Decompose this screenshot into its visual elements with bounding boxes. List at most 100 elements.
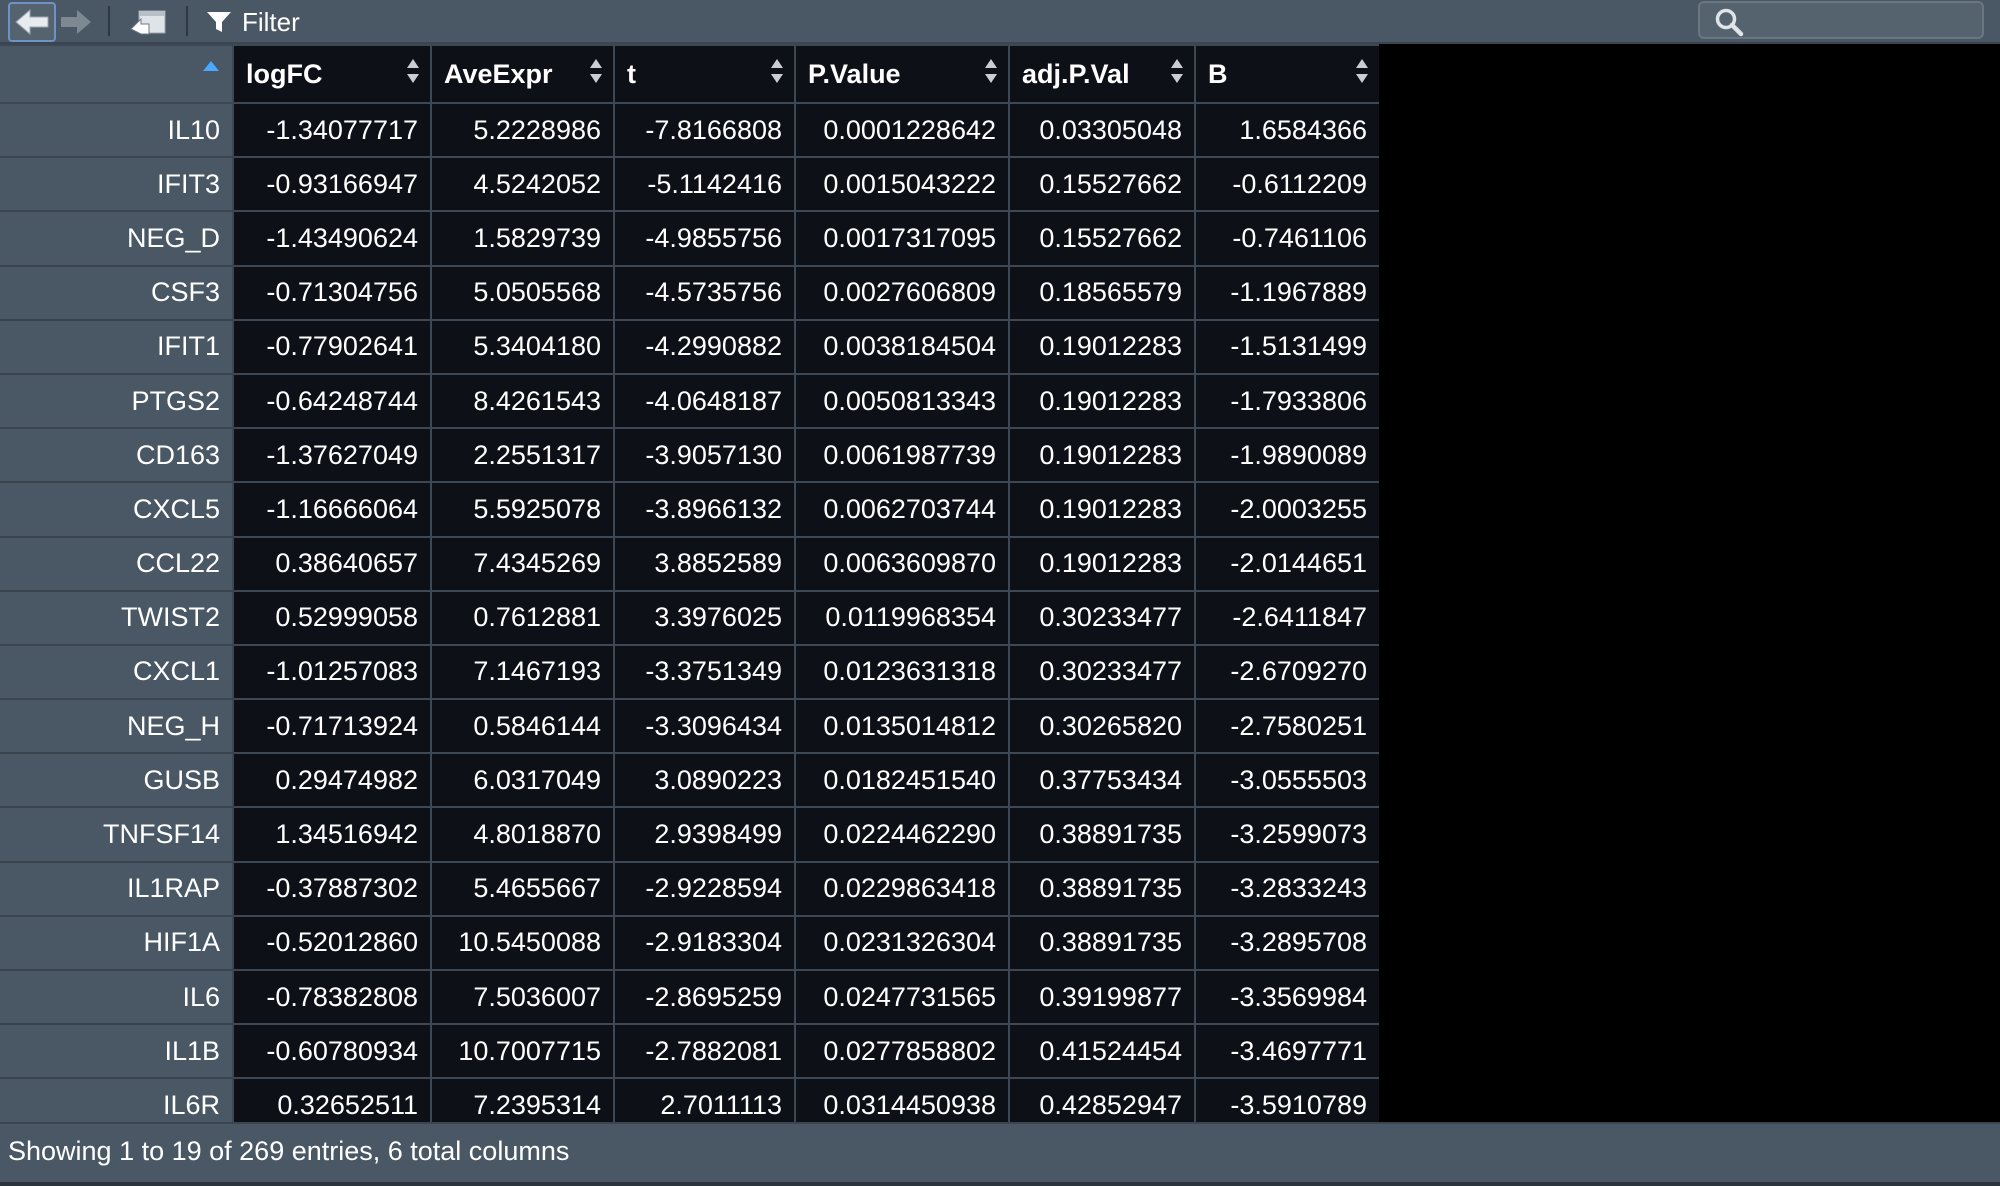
adj-p-val-cell: 0.19012283 <box>1008 428 1195 484</box>
row-name: TNFSF14 <box>0 807 233 863</box>
adj-p-val-cell: 0.18565579 <box>1008 265 1195 321</box>
table-row[interactable]: IL6R 0.32652511 7.2395314 2.7011113 0.031445… <box>0 1078 1379 1122</box>
t-cell: 3.0890223 <box>613 753 795 809</box>
p-value-cell: 0.0229863418 <box>794 861 1009 917</box>
row-name: PTGS2 <box>0 373 233 430</box>
b-cell: -2.6411847 <box>1194 590 1379 646</box>
forward-button[interactable] <box>56 2 96 42</box>
logfc-cell: 0.32652511 <box>232 1078 431 1122</box>
logfc-cell: -1.37627049 <box>232 428 431 484</box>
logfc-cell: 1.34516942 <box>232 807 431 863</box>
column-header-rownames[interactable] <box>0 44 233 104</box>
row-name: TWIST2 <box>0 590 233 646</box>
arrow-right-icon <box>61 10 91 34</box>
sort-icon <box>1356 59 1368 83</box>
logfc-cell: -1.16666064 <box>232 482 431 538</box>
table-row[interactable]: IL10 -1.34077717 5.2228986 -7.8166808 0.0001… <box>0 103 1379 159</box>
adj-p-val-cell: 0.30233477 <box>1008 644 1195 701</box>
filter-funnel-icon <box>207 12 231 32</box>
p-value-cell: 0.0123631318 <box>794 644 1009 701</box>
adj-p-val-cell: 0.38891735 <box>1008 807 1195 863</box>
table-row[interactable]: IFIT1 -0.77902641 5.3404180 -4.2990882 0.003… <box>0 319 1379 375</box>
aveexpr-cell: 6.0317049 <box>430 753 614 809</box>
p-value-cell: 0.0062703744 <box>794 482 1009 538</box>
p-value-cell: 0.0247731565 <box>794 970 1009 1026</box>
t-cell: 2.7011113 <box>613 1078 795 1122</box>
table-row[interactable]: IL1RAP -0.37887302 5.4655667 -2.9228594 0.02… <box>0 861 1379 917</box>
logfc-cell: -0.78382808 <box>232 970 431 1026</box>
column-header-p-value[interactable]: P.Value <box>794 44 1009 104</box>
table-row[interactable]: NEG_H -0.71713924 0.5846144 -3.3096434 0.013… <box>0 699 1379 755</box>
aveexpr-cell: 4.5242052 <box>430 157 614 213</box>
aveexpr-cell: 7.2395314 <box>430 1078 614 1122</box>
t-cell: -5.1142416 <box>613 157 795 213</box>
table-row[interactable]: TWIST2 0.52999058 0.7612881 3.3976025 0.0119… <box>0 590 1379 646</box>
table-row[interactable]: PTGS2 -0.64248744 8.4261543 -4.0648187 0.005… <box>0 373 1379 430</box>
table-row[interactable]: IL1B -0.60780934 10.7007715 -2.7882081 0.027… <box>0 1024 1379 1080</box>
aveexpr-cell: 0.7612881 <box>430 590 614 646</box>
status-bar: Showing 1 to 19 of 269 entries, 6 total … <box>0 1122 2000 1186</box>
row-name: CSF3 <box>0 265 233 321</box>
adj-p-val-cell: 0.39199877 <box>1008 970 1195 1026</box>
table-row[interactable]: GUSB 0.29474982 6.0317049 3.0890223 0.018245… <box>0 753 1379 809</box>
row-name: CD163 <box>0 428 233 484</box>
b-cell: -3.2833243 <box>1194 861 1379 917</box>
data-table: logFC AveExpr t P.Value adj.P.Val B IL10… <box>0 44 1379 1122</box>
logfc-cell: -1.34077717 <box>232 103 431 159</box>
search-input[interactable] <box>1750 5 1978 37</box>
p-value-cell: 0.0001228642 <box>794 103 1009 159</box>
adj-p-val-cell: 0.19012283 <box>1008 482 1195 538</box>
t-cell: 3.3976025 <box>613 590 795 646</box>
table-row[interactable]: TNFSF14 1.34516942 4.8018870 2.9398499 0.022… <box>0 807 1379 863</box>
table-row[interactable]: CSF3 -0.71304756 5.0505568 -4.5735756 0.0027… <box>0 265 1379 321</box>
table-row[interactable]: CCL22 0.38640657 7.4345269 3.8852589 0.00636… <box>0 536 1379 592</box>
p-value-cell: 0.0314450938 <box>794 1078 1009 1122</box>
p-value-cell: 0.0224462290 <box>794 807 1009 863</box>
row-name: HIF1A <box>0 915 233 972</box>
data-table-area[interactable]: logFC AveExpr t P.Value adj.P.Val B IL10… <box>0 44 2000 1122</box>
table-row[interactable]: IL6 -0.78382808 7.5036007 -2.8695259 0.02477… <box>0 970 1379 1026</box>
p-value-cell: 0.0231326304 <box>794 915 1009 972</box>
t-cell: -2.7882081 <box>613 1024 795 1080</box>
aveexpr-cell: 5.3404180 <box>430 319 614 375</box>
popout-window-icon <box>130 10 166 35</box>
b-cell: -1.7933806 <box>1194 373 1379 430</box>
search-box[interactable] <box>1698 1 1984 39</box>
b-cell: -0.7461106 <box>1194 211 1379 267</box>
logfc-cell: 0.29474982 <box>232 753 431 809</box>
back-button[interactable] <box>8 2 56 42</box>
row-name: NEG_D <box>0 211 233 267</box>
t-cell: -4.5735756 <box>613 265 795 321</box>
b-cell: -2.6709270 <box>1194 644 1379 701</box>
aveexpr-cell: 5.5925078 <box>430 482 614 538</box>
arrow-left-icon <box>15 8 49 36</box>
aveexpr-cell: 5.4655667 <box>430 861 614 917</box>
row-name: NEG_H <box>0 699 233 755</box>
column-header-t[interactable]: t <box>613 44 795 104</box>
adj-p-val-cell: 0.19012283 <box>1008 373 1195 430</box>
table-row[interactable]: HIF1A -0.52012860 10.5450088 -2.9183304 0.02… <box>0 915 1379 972</box>
popout-window-button[interactable] <box>124 2 174 42</box>
table-row[interactable]: CD163 -1.37627049 2.2551317 -3.9057130 0.006… <box>0 428 1379 484</box>
sort-icon <box>1171 59 1183 83</box>
table-row[interactable]: CXCL5 -1.16666064 5.5925078 -3.8966132 0.006… <box>0 482 1379 538</box>
t-cell: -4.9855756 <box>613 211 795 267</box>
column-header-b[interactable]: B <box>1194 44 1379 104</box>
column-header-adj-p-val[interactable]: adj.P.Val <box>1008 44 1195 104</box>
t-cell: -4.2990882 <box>613 319 795 375</box>
row-name: IFIT1 <box>0 319 233 375</box>
table-row[interactable]: CXCL1 -1.01257083 7.1467193 -3.3751349 0.012… <box>0 644 1379 701</box>
b-cell: 1.6584366 <box>1194 103 1379 159</box>
row-name: GUSB <box>0 753 233 809</box>
p-value-cell: 0.0015043222 <box>794 157 1009 213</box>
table-row[interactable]: NEG_D -1.43490624 1.5829739 -4.9855756 0.001… <box>0 211 1379 267</box>
table-row[interactable]: IFIT3 -0.93166947 4.5242052 -5.1142416 0.001… <box>0 157 1379 213</box>
column-header-logfc[interactable]: logFC <box>232 44 431 104</box>
row-name: CCL22 <box>0 536 233 592</box>
filter-button[interactable]: Filter <box>206 2 300 42</box>
row-name: CXCL5 <box>0 482 233 538</box>
logfc-cell: -1.01257083 <box>232 644 431 701</box>
adj-p-val-cell: 0.03305048 <box>1008 103 1195 159</box>
adj-p-val-cell: 0.19012283 <box>1008 319 1195 375</box>
column-header-aveexpr[interactable]: AveExpr <box>430 44 614 104</box>
